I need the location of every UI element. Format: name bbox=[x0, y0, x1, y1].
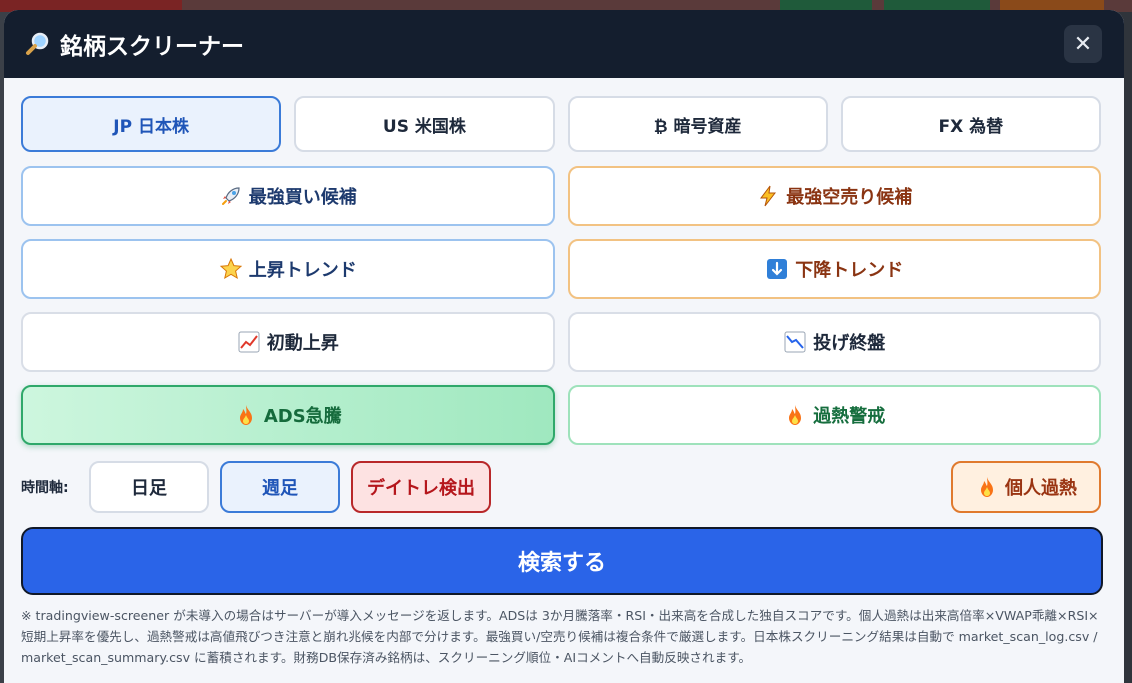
strong-short-label: 最強空売り候補 bbox=[786, 187, 913, 208]
market-tabs: JP 日本株 US 米国株 ₿ 暗号資産 FX 為替 bbox=[21, 96, 1101, 152]
help-note: ※ tradingview-screener が未導入の場合はサーバーが導入メッ… bbox=[21, 608, 1099, 665]
strong-buy-button[interactable]: 最強買い候補 bbox=[21, 166, 555, 226]
personal-overheat-label: 個人過熱 bbox=[1005, 478, 1077, 499]
timeframe-row: 時間軸: 日足 週足 デイトレ検出 個人過熱 bbox=[21, 461, 1101, 513]
search-button[interactable]: 検索する bbox=[21, 527, 1103, 595]
strong-buy-label: 最強買い候補 bbox=[248, 187, 357, 208]
fire-icon bbox=[239, 405, 252, 425]
chart-up-icon bbox=[238, 331, 260, 353]
capitulation-label: 投げ終盤 bbox=[813, 333, 886, 354]
overheat-alert-label: 過熱警戒 bbox=[813, 406, 886, 427]
modal-body: JP 日本株 US 米国株 ₿ 暗号資産 FX 為替 最強買い候補 最強空売り候… bbox=[21, 96, 1103, 668]
chart-down-icon bbox=[784, 331, 806, 353]
personal-overheat-button[interactable]: 個人過熱 bbox=[951, 461, 1101, 513]
downtrend-button[interactable]: 下降トレンド bbox=[567, 239, 1101, 299]
star-icon bbox=[219, 257, 242, 280]
modal-title: 銘柄スクリーナー bbox=[24, 27, 244, 61]
fire-icon bbox=[981, 477, 993, 497]
tab-us-stocks[interactable]: US 米国株 bbox=[294, 96, 555, 152]
ads-surge-label: ADS急騰 bbox=[263, 406, 342, 427]
downtrend-label: 下降トレンド bbox=[795, 260, 904, 281]
daily-button[interactable]: 日足 bbox=[89, 461, 209, 513]
fire-icon bbox=[789, 405, 802, 425]
tab-fx[interactable]: FX 為替 bbox=[840, 96, 1101, 152]
ads-surge-button[interactable]: ADS急騰 bbox=[21, 385, 555, 445]
capitulation-button[interactable]: 投げ終盤 bbox=[567, 312, 1101, 372]
lightning-icon bbox=[760, 185, 777, 207]
overheat-alert-button[interactable]: 過熱警戒 bbox=[567, 385, 1101, 445]
uptrend-label: 上昇トレンド bbox=[248, 260, 357, 281]
strong-short-button[interactable]: 最強空売り候補 bbox=[567, 166, 1101, 226]
timeframe-label: 時間軸: bbox=[21, 480, 69, 496]
modal-header: 銘柄スクリーナー ✕ bbox=[4, 10, 1124, 78]
modal-title-text: 銘柄スクリーナー bbox=[60, 34, 244, 60]
initial-rise-label: 初動上昇 bbox=[266, 333, 339, 354]
initial-rise-button[interactable]: 初動上昇 bbox=[21, 312, 555, 372]
magnifier-icon bbox=[26, 32, 49, 55]
tab-jp-stocks[interactable]: JP 日本株 bbox=[21, 96, 282, 152]
down-arrow-icon bbox=[767, 259, 788, 279]
close-button[interactable]: ✕ bbox=[1064, 25, 1102, 63]
strategy-grid: 最強買い候補 最強空売り候補 上昇トレンド 下降トレンド 初動上昇 投げ終盤 A… bbox=[21, 166, 1101, 445]
screener-modal: 銘柄スクリーナー ✕ JP 日本株 US 米国株 ₿ 暗号資産 FX 為替 最強… bbox=[4, 10, 1124, 683]
weekly-button[interactable]: 週足 bbox=[220, 461, 340, 513]
rocket-icon bbox=[221, 187, 240, 205]
tab-crypto[interactable]: ₿ 暗号資産 bbox=[567, 96, 828, 152]
daytrade-button[interactable]: デイトレ検出 bbox=[351, 461, 491, 513]
uptrend-button[interactable]: 上昇トレンド bbox=[21, 239, 555, 299]
